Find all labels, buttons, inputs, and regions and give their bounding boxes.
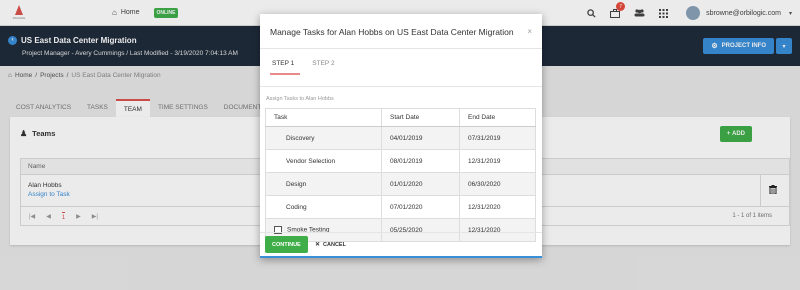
- task-end-date: 07/31/2019: [459, 126, 536, 150]
- divider: [260, 232, 542, 233]
- task-end-date: 12/31/2020: [459, 195, 536, 219]
- close-icon[interactable]: ×: [527, 27, 532, 36]
- task-name: Discovery: [265, 126, 382, 150]
- assign-tasks-label: Assign Tasks to Alan Hobbs: [266, 96, 334, 102]
- step-2-tab[interactable]: STEP 2: [310, 58, 340, 75]
- task-start-date: 08/01/2019: [381, 149, 460, 173]
- task-start-date: 05/25/2020: [381, 218, 460, 242]
- table-header-row: Task Start Date End Date: [265, 108, 536, 127]
- column-header-task[interactable]: Task: [265, 108, 382, 127]
- cancel-label: CANCEL: [323, 241, 346, 248]
- step-1-tab[interactable]: STEP 1: [270, 58, 301, 75]
- table-row[interactable]: Design 01/01/2020 06/30/2020: [265, 172, 536, 196]
- task-name: Coding: [265, 195, 382, 219]
- table-row[interactable]: Coding 07/01/2020 12/31/2020: [265, 195, 536, 219]
- task-name: Vendor Selection: [265, 149, 382, 173]
- column-header-end-date[interactable]: End Date: [459, 108, 536, 127]
- task-start-date: 07/01/2020: [381, 195, 460, 219]
- manage-tasks-modal: Manage Tasks for Alan Hobbs on US East D…: [260, 14, 542, 258]
- tasks-table: Task Start Date End Date Discovery 04/01…: [265, 108, 536, 242]
- cancel-button[interactable]: ✕ CANCEL: [315, 236, 346, 253]
- task-end-date: 12/31/2020: [459, 218, 536, 242]
- task-end-date: 12/31/2019: [459, 149, 536, 173]
- close-icon: ✕: [315, 242, 321, 248]
- table-row[interactable]: Vendor Selection 08/01/2019 12/31/2019: [265, 149, 536, 173]
- modal-title: Manage Tasks for Alan Hobbs on US East D…: [270, 27, 514, 37]
- continue-button[interactable]: CONTINUE: [265, 236, 308, 253]
- divider: [260, 48, 542, 49]
- task-name: Design: [265, 172, 382, 196]
- task-start-date: 04/01/2019: [381, 126, 460, 150]
- task-start-date: 01/01/2020: [381, 172, 460, 196]
- wizard-steps: STEP 1 STEP 2: [270, 58, 351, 75]
- task-end-date: 06/30/2020: [459, 172, 536, 196]
- column-header-start-date[interactable]: Start Date: [381, 108, 460, 127]
- table-row[interactable]: Discovery 04/01/2019 07/31/2019: [265, 126, 536, 150]
- divider: [260, 86, 542, 87]
